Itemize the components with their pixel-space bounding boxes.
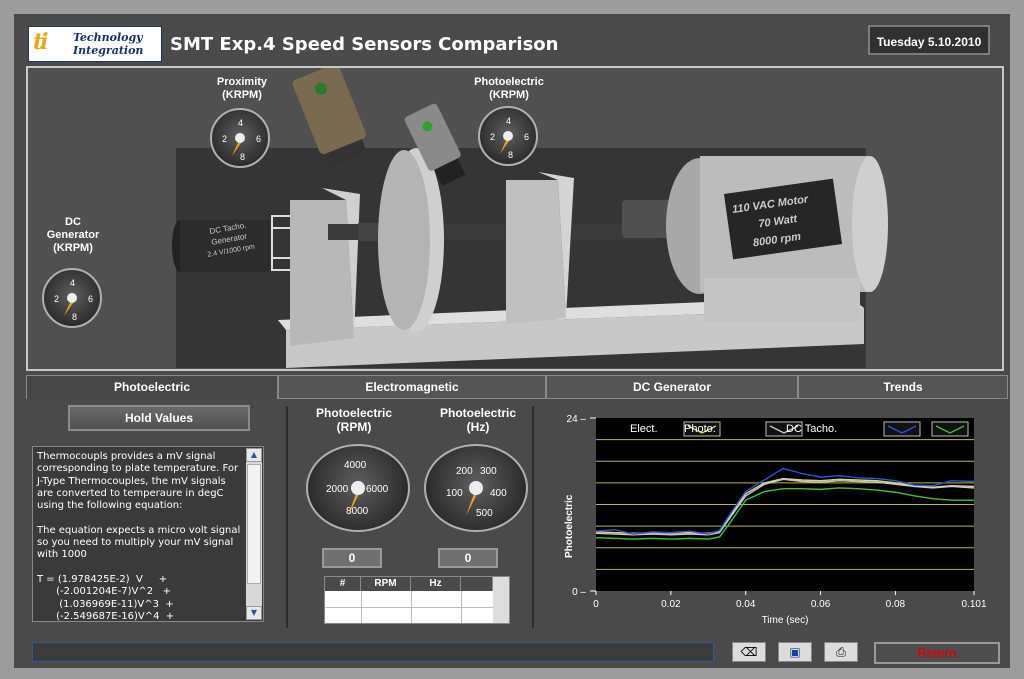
chart-ytick-label: 24 – — [567, 414, 587, 425]
chart-legend-swatch — [883, 421, 921, 437]
proximity-label-1: Proximity — [216, 76, 268, 88]
chart-legend-label: DC Tacho. — [786, 423, 837, 435]
trend-chart: 0 0.02 0.04 0.06 0.08 0.101 0 – 24 – Elect. Pho… — [544, 410, 1000, 626]
hz-gauge-label: Photoelectric (Hz) — [428, 406, 528, 434]
rpm-gauge-label: Photoelectric (RPM) — [304, 406, 404, 434]
rpm-label-2: (RPM) — [336, 420, 372, 434]
dc-gauge: 2 4 6 8 — [42, 268, 102, 328]
chart-legend-label: Photo. — [684, 423, 716, 435]
table-header-hz: Hz — [411, 577, 461, 591]
test-rig-scene: DC Tacho. Generator 2.4 V/1000 rpm 110 V… — [26, 64, 1004, 371]
tab-dc-generator[interactable]: DC Generator — [546, 375, 798, 399]
chart-xtick-label: 0.101 — [961, 599, 986, 610]
photo-gauge-label: Photoelectric (KRPM) — [464, 76, 554, 102]
dc-gauge-label: DC Generator (KRPM) — [38, 216, 108, 255]
proximity-label-2: (KRPM) — [222, 89, 262, 101]
rpm-value: 0 — [322, 548, 382, 568]
chart-xtick-label: 0.04 — [736, 599, 756, 610]
description-text: Thermocoupls provides a mV signal corres… — [37, 451, 241, 622]
gauge-needle-icon — [64, 293, 77, 316]
tab-photoelectric[interactable]: Photoelectric — [26, 375, 278, 399]
chart-ylabel: Photoelectric — [564, 494, 575, 558]
page-title: SMT Exp.4 Speed Sensors Comparison — [170, 34, 559, 55]
rpm-gauge: 2000 4000 6000 8000 — [306, 444, 410, 532]
separator — [286, 406, 288, 628]
table-row[interactable] — [325, 607, 493, 608]
table-scrollbar[interactable] — [493, 577, 509, 623]
date-display: Tuesday 5.10.2010 — [868, 25, 990, 55]
description-scrollbar[interactable]: ▲ ▼ — [246, 448, 262, 620]
logo-line2: Integration — [73, 44, 144, 57]
hz-label-2: (Hz) — [466, 420, 490, 434]
table-header-extra — [461, 577, 493, 591]
print-icon[interactable]: ⎙ — [824, 642, 858, 662]
table-header-index: # — [325, 577, 361, 591]
dc-label-2: Generator — [46, 229, 100, 241]
chart-xtick-label: 0.08 — [886, 599, 906, 610]
status-bar — [32, 642, 714, 662]
return-button[interactable]: Return — [874, 642, 1000, 664]
erase-icon[interactable]: ⌫ — [732, 642, 766, 662]
scroll-down-icon[interactable]: ▼ — [246, 606, 262, 620]
photo-top-label-2: (KRPM) — [489, 89, 529, 101]
save-icon[interactable]: ▣ — [778, 642, 812, 662]
photo-top-gauge: 2 4 6 8 — [478, 106, 538, 166]
logo-line1: Technology — [73, 31, 143, 44]
photo-top-label-1: Photoelectric — [474, 76, 544, 88]
scroll-up-icon[interactable]: ▲ — [246, 448, 262, 462]
gauge-needle-icon — [466, 481, 483, 516]
chart-xtick-label: 0.02 — [661, 599, 681, 610]
hz-value: 0 — [438, 548, 498, 568]
hz-label-1: Photoelectric — [439, 406, 517, 420]
chart-xtick-label: 0.06 — [811, 599, 831, 610]
dc-label-3: (KRPM) — [53, 242, 93, 254]
tab-trends[interactable]: Trends — [798, 375, 1008, 399]
tab-electromagnetic[interactable]: Electromagnetic — [278, 375, 546, 399]
separator — [532, 406, 534, 628]
table-col-line — [411, 591, 412, 623]
gauge-needle-icon — [232, 133, 245, 156]
data-table[interactable]: # RPM Hz — [324, 576, 510, 624]
proximity-gauge: 2 4 6 8 — [210, 108, 270, 168]
gauge-needle-icon — [348, 481, 365, 516]
gauge-needle-icon — [500, 131, 513, 154]
rpm-label-1: Photoelectric — [315, 406, 393, 420]
table-header-rpm: RPM — [361, 577, 411, 591]
tab-bar: Photoelectric Electromagnetic DC Generat… — [26, 375, 1008, 399]
chart-legend-swatch — [931, 421, 969, 437]
table-col-line — [361, 591, 362, 623]
table-col-line — [461, 591, 462, 623]
chart-xtick-label: 0 — [593, 599, 599, 610]
app-window: ti Technology Integration SMT Exp.4 Spee… — [14, 14, 1010, 668]
proximity-gauge-label: Proximity (KRPM) — [202, 76, 282, 102]
dc-label-1: DC — [65, 216, 81, 228]
hold-values-button[interactable]: Hold Values — [68, 405, 250, 431]
description-textbox[interactable]: Thermocoupls provides a mV signal corres… — [32, 446, 264, 622]
chart-ytick-label: 0 – — [572, 587, 586, 598]
chart-legend-label: Elect. — [630, 423, 658, 435]
chart-xlabel: Time (sec) — [762, 615, 809, 626]
chart-svg: 0 0.02 0.04 0.06 0.08 0.101 0 – 24 – Elect. Pho… — [564, 414, 987, 626]
company-logo: ti Technology Integration — [28, 26, 162, 62]
logo-mark: ti — [33, 29, 48, 55]
scroll-thumb[interactable] — [247, 464, 261, 584]
hz-gauge: 100 200 300 400 500 — [424, 444, 528, 532]
